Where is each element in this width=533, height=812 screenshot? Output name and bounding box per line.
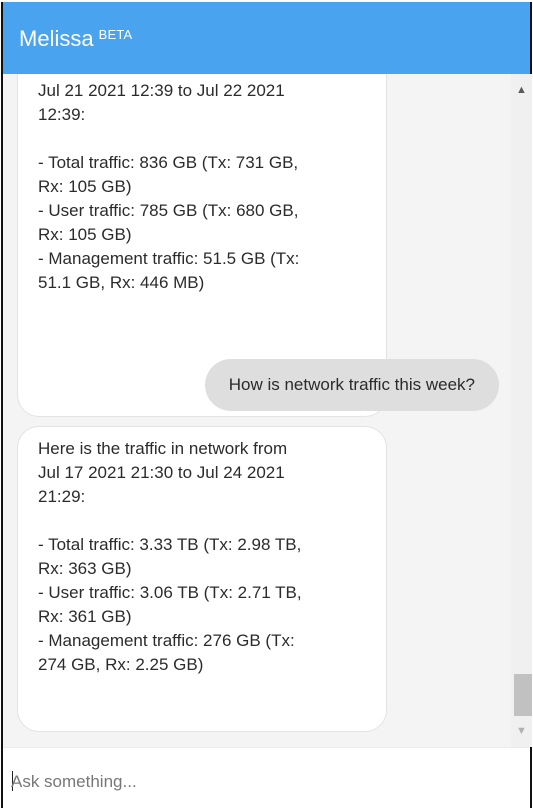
chat-window: Melissa BETA Jul 21 2021 12:39 to Jul 22 … (1, 2, 532, 809)
message-line: - Total traffic: 836 GB (Tx: 731 GB, (38, 153, 299, 172)
bot-message: Here is the traffic in network from Jul … (17, 426, 387, 732)
message-line: 51.1 GB, Rx: 446 MB) (38, 273, 205, 292)
beta-badge: BETA (98, 27, 133, 42)
message-line: Here is the traffic in network from (38, 439, 288, 458)
message-line: - Management traffic: 276 GB (Tx: (38, 631, 295, 650)
scrollbar-thumb[interactable] (514, 674, 532, 716)
app-name: Melissa (19, 26, 94, 51)
message-line: Rx: 361 GB) (38, 607, 132, 626)
message-line: Jul 21 2021 12:39 to Jul 22 2021 (38, 81, 285, 100)
message-line: 274 GB, Rx: 2.25 GB) (38, 655, 204, 674)
user-message: How is network traffic this week? (204, 359, 499, 411)
message-composer (3, 747, 530, 809)
message-line: 12:39: (38, 105, 86, 124)
message-line: - User traffic: 785 GB (Tx: 680 GB, (38, 201, 299, 220)
message-line: Jul 17 2021 21:30 to Jul 24 2021 (38, 463, 285, 482)
message-line: 21:29: (38, 487, 86, 506)
message-list[interactable]: Jul 21 2021 12:39 to Jul 22 2021 12:39: … (3, 74, 511, 747)
scrollbar[interactable]: ▲ ▼ (511, 74, 532, 747)
app-header: Melissa BETA (3, 2, 530, 74)
message-line: - Management traffic: 51.5 GB (Tx: (38, 249, 300, 268)
message-line: Rx: 105 GB) (38, 225, 132, 244)
message-input[interactable] (11, 765, 511, 799)
message-line: Rx: 363 GB) (38, 559, 132, 578)
message-line: - User traffic: 3.06 TB (Tx: 2.71 TB, (38, 583, 302, 602)
message-line: - Total traffic: 3.33 TB (Tx: 2.98 TB, (38, 535, 302, 554)
triangle-down-icon[interactable]: ▼ (511, 721, 532, 741)
message-line: Rx: 105 GB) (38, 177, 132, 196)
app-title: Melissa BETA (19, 26, 132, 55)
triangle-up-icon[interactable]: ▲ (511, 80, 532, 100)
